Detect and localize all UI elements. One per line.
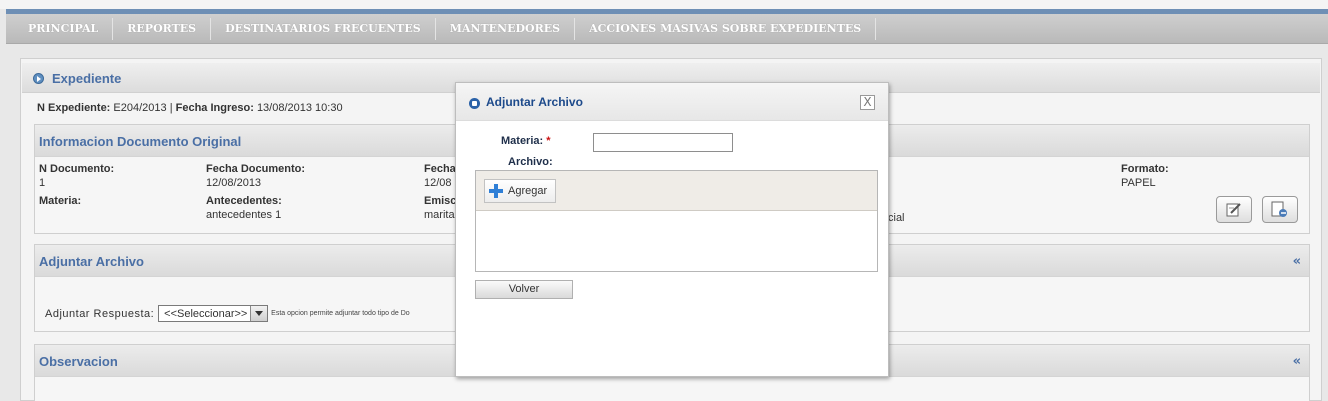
agregar-button[interactable]: Agregar — [484, 179, 557, 203]
select-value: <<Seleccionar>> — [164, 307, 248, 320]
modal-materia-label: Materia: — [501, 135, 544, 147]
adjuntar-archivo-title: Adjuntar Archivo — [39, 254, 144, 269]
field-fecha-documento: Fecha Documento: 12/08/2013 — [206, 163, 305, 189]
menu-item-mantenedores[interactable]: MANTENEDORES — [436, 17, 576, 40]
main-menu: PRINCIPAL REPORTES DESTINATARIOS FRECUEN… — [6, 14, 1328, 44]
adjuntar-hint: Esta opcion permite adjuntar todo tipo d… — [271, 310, 410, 317]
info-documento-title: Informacion Documento Original — [39, 134, 242, 149]
field-antecedentes: Antecedentes: antecedentes 1 — [206, 195, 282, 221]
file-upload-area[interactable]: Agregar — [475, 170, 878, 272]
modal-header: Adjuntar Archivo X — [456, 83, 888, 121]
adjuntar-collapse-icon[interactable]: « — [1293, 254, 1301, 269]
formato-value: PAPEL — [1121, 177, 1156, 189]
plus-icon — [489, 184, 503, 198]
materia-input[interactable] — [593, 133, 733, 152]
menu-item-acciones-masivas[interactable]: ACCIONES MASIVAS SOBRE EXPEDIENTES — [575, 17, 877, 40]
edit-button[interactable] — [1216, 196, 1252, 223]
field-n-documento: N Documento: 1 — [39, 163, 114, 189]
fecha-ingreso-label: Fecha Ingreso: — [175, 102, 254, 114]
expand-circle-icon — [33, 73, 44, 84]
modal-materia-label-wrap: Materia: * — [501, 135, 550, 147]
field-fecha-partial: Fecha 12/08 — [424, 163, 456, 189]
n-expediente-value: E204/2013 — [113, 102, 167, 114]
meta-separator: | — [169, 102, 173, 114]
edit-icon — [1226, 202, 1241, 216]
volver-button[interactable]: Volver — [475, 280, 573, 299]
emisor-partial-label: Emisc — [424, 195, 457, 207]
trailing-text: cial — [888, 212, 905, 224]
n-documento-value: 1 — [39, 177, 46, 189]
fecha-partial-value: 12/08 — [424, 177, 452, 189]
field-materia: Materia: — [39, 195, 81, 209]
chevron-down-icon[interactable] — [250, 306, 268, 321]
n-documento-label: N Documento: — [39, 163, 115, 175]
menu-item-destinatarios[interactable]: DESTINATARIOS FRECUENTES — [211, 17, 436, 40]
expediente-title: Expediente — [52, 71, 122, 86]
field-formato: Formato: PAPEL — [1121, 163, 1169, 189]
expediente-meta: N Expediente: E204/2013 | Fecha Ingreso:… — [37, 102, 343, 114]
n-expediente-label: N Expediente: — [37, 102, 111, 114]
antecedentes-value: antecedentes 1 — [206, 209, 282, 221]
antecedentes-label: Antecedentes: — [206, 195, 282, 207]
field-emisor-partial: Emisc marita — [424, 195, 456, 221]
upload-toolbar: Agregar — [476, 171, 877, 211]
menu-item-principal[interactable]: PRINCIPAL — [6, 17, 114, 40]
modal-archivo-label: Archivo: — [508, 156, 553, 168]
required-mark: * — [546, 135, 551, 147]
close-button[interactable]: X — [860, 95, 875, 110]
observacion-title: Observacion — [39, 354, 118, 369]
emisor-partial-value: marita — [424, 209, 455, 221]
fecha-ingreso-value: 13/08/2013 10:30 — [256, 102, 343, 114]
attach-icon — [469, 98, 480, 109]
adjuntar-respuesta-select[interactable]: <<Seleccionar>> — [158, 305, 269, 322]
materia-label: Materia: — [39, 195, 82, 207]
adjuntar-respuesta-label: Adjuntar Respuesta: — [45, 307, 155, 320]
top-strip — [0, 0, 1328, 14]
adjuntar-respuesta-row: Adjuntar Respuesta: <<Seleccionar>> Esta… — [45, 305, 410, 322]
export-button[interactable] — [1262, 196, 1298, 223]
field-trailing-text: cial — [888, 210, 905, 224]
observacion-collapse-icon[interactable]: « — [1293, 354, 1301, 369]
agregar-label: Agregar — [508, 185, 548, 197]
fecha-documento-label: Fecha Documento: — [206, 163, 306, 175]
fecha-documento-value: 12/08/2013 — [206, 177, 262, 189]
fecha-partial-label: Fecha — [424, 163, 456, 175]
menu-item-reportes[interactable]: REPORTES — [113, 17, 212, 40]
modal-title: Adjuntar Archivo — [486, 95, 583, 109]
formato-label: Formato: — [1121, 163, 1169, 175]
adjuntar-archivo-modal: Adjuntar Archivo X Materia: * Archivo: Ag… — [455, 82, 889, 377]
export-icon — [1271, 201, 1287, 217]
